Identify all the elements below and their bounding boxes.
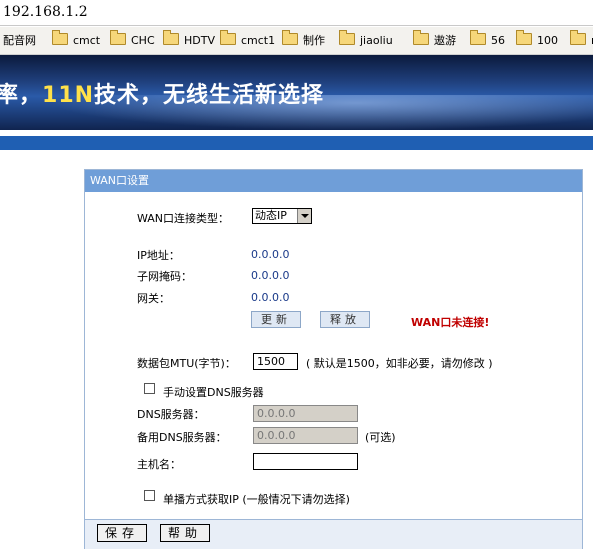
address-bar[interactable]: 192.168.1.2 [0,0,593,26]
dns-label: DNS服务器： [137,408,205,421]
release-button[interactable]: 释放 [320,311,370,328]
folder-icon [470,30,486,45]
url-text[interactable]: 192.168.1.2 [3,4,88,20]
mtu-label: 数据包MTU(字节)： [137,357,236,370]
dns2-input[interactable]: 0.0.0.0 [253,427,358,444]
dns2-label: 备用DNS服务器： [137,431,227,444]
ip-value: 0.0.0.0 [251,248,290,261]
dns-input[interactable]: 0.0.0.0 [253,405,358,422]
wan-type-label: WAN口连接类型： [137,212,230,225]
bookmarks-bar: 配音网 cmct CHC HDTV cmct1 制作 jiaoliu 遨游 56… [0,27,593,55]
bookmark-folder[interactable]: 遨游 [413,30,456,49]
bookmark-folder[interactable]: 100 [516,30,558,49]
gateway-value: 0.0.0.0 [251,291,290,304]
folder-icon [163,30,179,45]
panel-footer: 保存 帮助 [85,519,582,549]
wan-status-text: WAN口未连接! [411,316,490,329]
folder-icon [413,30,429,45]
bookmark-folder[interactable]: HDTV [163,30,215,49]
folder-icon [220,30,236,45]
panel-title: WAN口设置 [85,170,582,192]
manual-dns-label: 手动设置DNS服务器 [163,386,264,399]
mask-label: 子网掩码： [137,270,192,283]
mtu-hint: ( 默认是1500，如非必要，请勿修改 ) [306,357,493,370]
banner-slogan: 率，11N技术，无线生活新选择 [0,83,325,108]
folder-icon [110,30,126,45]
wan-settings-panel: WAN口设置 WAN口连接类型： 动态IP IP地址： 0.0.0.0 子网掩码… [84,169,583,549]
wan-type-value: 动态IP [255,209,287,222]
folder-icon [52,30,68,45]
hostname-label: 主机名： [137,458,181,471]
folder-icon [282,30,298,45]
bookmark-folder[interactable]: jiaoliu [339,30,393,49]
ip-label: IP地址： [137,249,180,262]
unicast-checkbox[interactable] [144,490,155,501]
hostname-input[interactable] [253,453,358,470]
dns2-hint: (可选) [365,431,396,444]
refresh-button[interactable]: 更新 [251,311,301,328]
folder-icon [339,30,355,45]
unicast-label: 单播方式获取IP (一般情况下请勿选择) [163,493,350,506]
bookmark-folder[interactable]: 制作 [282,30,325,49]
header-banner: 率，11N技术，无线生活新选择 [0,55,593,130]
gateway-label: 网关： [137,292,170,305]
folder-icon [516,30,532,45]
bookmark-folder[interactable]: 56 [470,30,505,49]
help-button[interactable]: 帮助 [160,524,210,542]
wan-type-select[interactable]: 动态IP [252,208,312,224]
bookmark-folder[interactable]: m [570,30,593,49]
manual-dns-checkbox[interactable] [144,383,155,394]
chevron-down-icon[interactable] [297,209,311,223]
bookmark-folder[interactable]: CHC [110,30,155,49]
save-button[interactable]: 保存 [97,524,147,542]
mtu-input[interactable]: 1500 [253,353,298,370]
nav-bar [0,136,593,150]
folder-icon [570,30,586,45]
bookmark-folder[interactable]: cmct [52,30,100,49]
bookmark-item[interactable]: 配音网 [3,33,36,49]
mask-value: 0.0.0.0 [251,269,290,282]
bookmark-folder[interactable]: cmct1 [220,30,275,49]
